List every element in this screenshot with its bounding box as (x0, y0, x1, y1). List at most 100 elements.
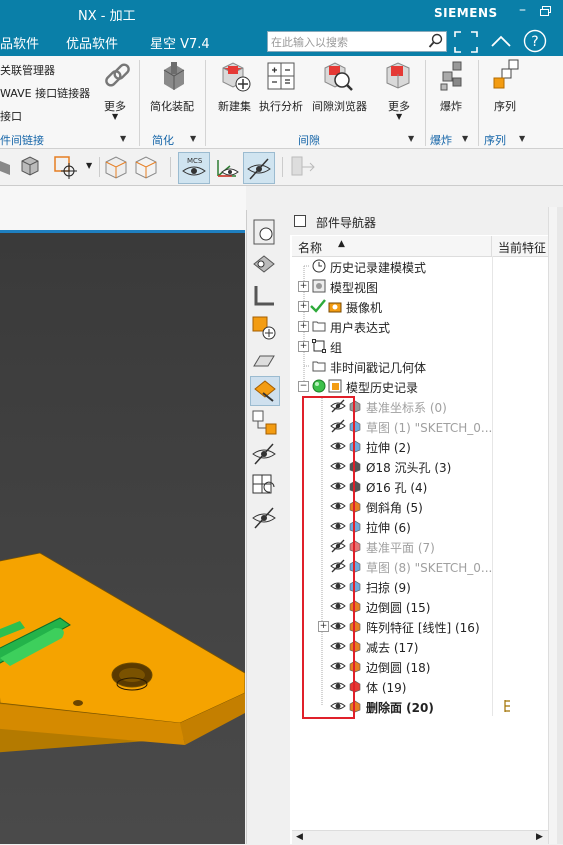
restore-button[interactable] (540, 5, 551, 16)
chevron-down-icon[interactable]: ▼ (112, 112, 118, 121)
tree-node-user-expressions[interactable]: + 用户表达式 (292, 316, 548, 336)
part-add-icon[interactable] (250, 314, 278, 342)
chevron-down-icon[interactable]: ▼ (408, 134, 414, 143)
simplify-assembly-icon[interactable] (158, 60, 188, 90)
tree-node-non-timestamp[interactable]: 非时间戳记几何体 (292, 356, 548, 376)
expand-icon[interactable]: + (298, 301, 309, 312)
menu-item-xingkong[interactable]: 星空 V7.4 (150, 33, 210, 52)
divider (282, 157, 283, 177)
tree-node-groups[interactable]: + 组 (292, 336, 548, 356)
siemens-logo: SIEMENS (434, 6, 498, 20)
clearance-more-icon[interactable] (384, 60, 414, 90)
group-part-link: 件间链接 (0, 134, 44, 147)
hidden-eye-icon[interactable] (250, 504, 278, 532)
history-tab-icon[interactable] (250, 376, 280, 406)
assembly-navigator-icon[interactable] (250, 250, 278, 278)
sort-ascending-icon[interactable]: ▲ (338, 239, 345, 249)
show-wcs-icon[interactable] (212, 152, 242, 185)
resource-bar (246, 210, 283, 844)
clearance-browser-icon[interactable] (322, 60, 353, 91)
divider (491, 236, 492, 256)
clearance-browser-button[interactable]: 间隙浏览器 (312, 98, 367, 114)
run-analysis-button[interactable]: 执行分析 (259, 98, 303, 114)
scroll-left-icon[interactable]: ◀ (296, 832, 303, 842)
svg-text:?: ? (531, 34, 538, 50)
help-icon[interactable]: ? (523, 29, 547, 56)
feature-label: 草图 (8) "SKETCH_0... (366, 561, 493, 575)
search-icon[interactable] (428, 33, 444, 52)
constraint-navigator-icon[interactable] (250, 282, 278, 310)
chevron-down-icon[interactable]: ▼ (396, 112, 402, 121)
title-bar: NX - 加工 SIEMENS – (0, 0, 563, 28)
expand-icon[interactable]: + (298, 281, 309, 292)
horizontal-scrollbar[interactable]: ◀ ▶ (292, 830, 548, 845)
column-current-feature[interactable]: 当前特征 (498, 239, 546, 256)
feature-label: 边倒圆 (18) (366, 661, 431, 675)
workspace-gap (0, 186, 246, 230)
feature-label: 倒斜角 (5) (366, 501, 423, 515)
hide-toggle-button[interactable] (243, 152, 275, 184)
feature-label: 体 (19) (366, 681, 407, 695)
new-set-button[interactable]: 新建集 (218, 98, 251, 114)
feature-label: 阵列特征 [线性] (16) (366, 621, 480, 635)
collapse-ribbon-icon[interactable] (489, 31, 513, 56)
feature-label: 边倒圆 (15) (366, 601, 431, 615)
navigator-icon (294, 215, 306, 227)
section-cube-icon[interactable] (103, 154, 129, 183)
explode-button[interactable]: 爆炸 (440, 98, 462, 114)
minimize-button[interactable]: – (519, 2, 526, 18)
clip-cube-icon[interactable] (133, 154, 159, 183)
expand-icon[interactable]: + (298, 341, 309, 352)
show-mcs-button[interactable]: MCS (178, 152, 210, 184)
interface-button[interactable]: 接口 (0, 108, 22, 124)
tree-node-cameras[interactable]: + 摄像机 (292, 296, 548, 316)
solid-cube-icon[interactable] (18, 154, 42, 181)
feature-label: 草图 (1) "SKETCH_0... (366, 421, 493, 435)
chevron-down-icon[interactable]: ▼ (190, 134, 196, 143)
search-input[interactable]: 在此输入以搜索 (267, 31, 447, 52)
link-icon[interactable] (102, 60, 132, 90)
status-green-icon (312, 379, 326, 393)
sequence-button[interactable]: 序列 (494, 98, 516, 114)
simplify-assembly-button[interactable]: 简化装配 (150, 98, 194, 114)
chevron-down-icon[interactable]: ▼ (86, 161, 92, 170)
layout-icon[interactable] (250, 472, 278, 500)
reuse-library-icon[interactable] (250, 408, 278, 436)
collapse-icon[interactable]: − (298, 381, 309, 392)
divider (170, 157, 171, 177)
tree-node-history-mode[interactable]: 历史记录建模模式 (292, 256, 548, 276)
divider (99, 157, 100, 177)
sequence-icon[interactable] (491, 58, 521, 89)
tree-node-model-history[interactable]: − 模型历史记录 (292, 376, 548, 396)
chevron-down-icon[interactable]: ▼ (519, 134, 525, 143)
visibility-icon[interactable] (250, 440, 278, 468)
snap-point-icon[interactable] (52, 154, 82, 183)
column-name[interactable]: 名称 (298, 239, 322, 256)
graphics-viewport[interactable] (0, 233, 245, 844)
plane-icon[interactable] (250, 346, 278, 374)
menu-item-software[interactable]: 品软件 (0, 33, 39, 52)
folder-icon (312, 319, 326, 333)
feature-label: 基准平面 (7) (366, 541, 435, 555)
explode-icon[interactable] (437, 60, 467, 91)
new-set-icon[interactable] (220, 60, 251, 92)
divider (205, 60, 206, 146)
feature-label: 拉伸 (6) (366, 521, 411, 535)
window-title: NX - 加工 (78, 9, 136, 24)
menu-item-youpin[interactable]: 优品软件 (66, 33, 118, 52)
expand-icon[interactable]: + (298, 321, 309, 332)
wave-linker-button[interactable]: WAVE 接口链接器 (0, 85, 90, 101)
assoc-manager-button[interactable]: 关联管理器 (0, 62, 55, 78)
chevron-down-icon[interactable]: ▼ (462, 134, 468, 143)
chevron-down-icon[interactable]: ▼ (120, 134, 126, 143)
scroll-right-icon[interactable]: ▶ (536, 832, 543, 842)
vertical-scrollbar[interactable] (548, 207, 557, 844)
tree-node-model-views[interactable]: + 模型视图 (292, 276, 548, 296)
divider (425, 60, 426, 146)
fullscreen-icon[interactable] (454, 31, 478, 56)
part-navigator-tab-icon[interactable] (250, 218, 278, 246)
box-icon[interactable] (0, 157, 12, 180)
run-analysis-icon[interactable] (266, 60, 296, 90)
feature-label: 扫掠 (9) (366, 581, 411, 595)
feature-label: Ø18 沉头孔 (3) (366, 461, 452, 475)
